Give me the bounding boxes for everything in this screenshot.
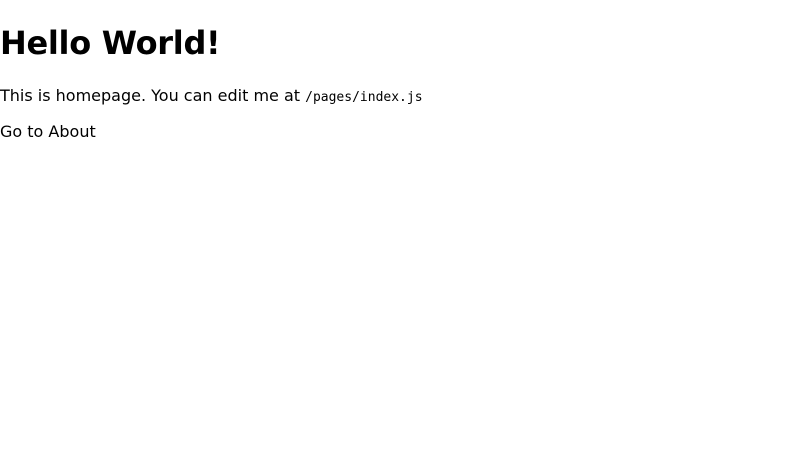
intro-paragraph: This is homepage. You can edit me at /pa… bbox=[0, 86, 423, 108]
about-link[interactable]: Go to About bbox=[0, 122, 96, 142]
file-path-code: /pages/index.js bbox=[305, 90, 423, 105]
intro-text: This is homepage. You can edit me at bbox=[0, 86, 306, 105]
page-title: Hello World! bbox=[0, 24, 221, 62]
page: Hello World! This is homepage. You can e… bbox=[0, 0, 791, 471]
